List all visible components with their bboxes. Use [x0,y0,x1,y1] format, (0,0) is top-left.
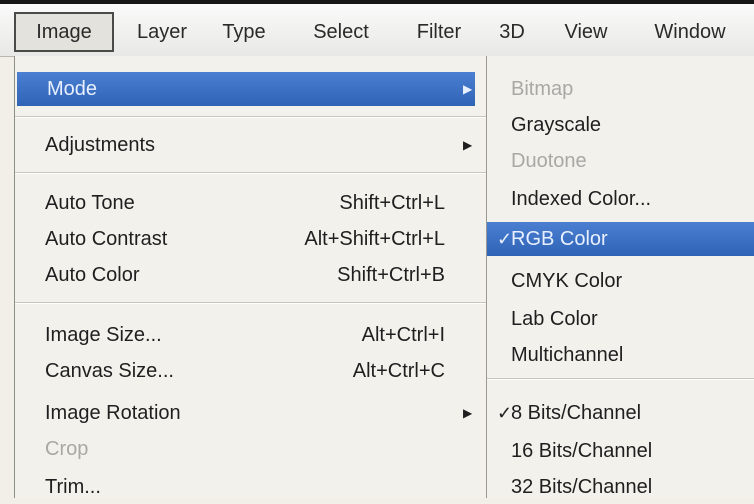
menu-image[interactable]: Image [14,12,114,52]
menu-item-label: Duotone [511,150,587,172]
menu-layer[interactable]: Layer [124,12,200,52]
menu-item-label: Multichannel [511,344,624,366]
submenu-item-16-bits[interactable]: 16 Bits/Channel [487,434,754,468]
menu-item-canvas-size[interactable]: Canvas Size... Alt+Ctrl+C [15,354,485,388]
menu-item-crop[interactable]: Crop [15,432,485,466]
menu-item-label: Image Rotation [45,402,181,424]
menu-item-label: Crop [45,438,89,460]
menu-item-label: Trim... [45,476,101,498]
menu-item-adjustments[interactable]: Adjustments ▶ [15,128,485,162]
submenu-item-grayscale[interactable]: Grayscale [487,108,754,142]
menu-item-label: Grayscale [511,114,602,136]
menu-item-auto-tone[interactable]: Auto Tone Shift+Ctrl+L [15,186,485,220]
submenu-item-bitmap[interactable]: Bitmap [487,72,754,106]
menu-item-trim[interactable]: Trim... [15,470,485,504]
menu-separator [15,116,487,118]
menu-item-label: Canvas Size... [45,360,174,382]
checkmark-icon: ✓ [497,403,513,423]
menu-item-label: Bitmap [511,78,574,100]
image-menu-dropdown: Mode ▶ Adjustments ▶ Auto Tone Shift+Ctr… [14,56,488,498]
menu-item-label: 16 Bits/Channel [511,440,653,462]
submenu-arrow-icon: ▶ [463,406,473,420]
menu-window[interactable]: Window [642,12,738,52]
submenu-arrow-icon: ▶ [463,82,473,96]
menu-item-label: Mode [47,78,98,100]
submenu-item-cmyk-color[interactable]: CMYK Color [487,264,754,298]
menu-filter[interactable]: Filter [404,12,474,52]
menu-item-shortcut: Shift+Ctrl+B [337,264,445,286]
menu-item-label: Auto Tone [45,192,135,214]
submenu-item-indexed-color[interactable]: Indexed Color... [487,182,754,216]
submenu-item-lab-color[interactable]: Lab Color [487,302,754,336]
menu-item-label: Auto Contrast [45,228,168,250]
menu-bar: Image Layer Type Select Filter 3D View W… [0,4,754,57]
menu-item-label: Indexed Color... [511,188,652,210]
menu-item-mode[interactable]: Mode ▶ [17,72,475,106]
menu-view[interactable]: View [556,12,616,52]
menu-item-image-rotation[interactable]: Image Rotation ▶ [15,396,485,430]
menu-type[interactable]: Type [212,12,276,52]
mode-submenu: Bitmap Grayscale Duotone Indexed Color..… [486,56,754,498]
submenu-arrow-icon: ▶ [463,138,473,152]
checkmark-icon: ✓ [497,229,513,249]
submenu-item-rgb-color[interactable]: ✓ RGB Color [487,222,754,256]
menu-item-auto-contrast[interactable]: Auto Contrast Alt+Shift+Ctrl+L [15,222,485,256]
submenu-item-32-bits[interactable]: 32 Bits/Channel [487,470,754,504]
menu-separator [15,302,487,304]
submenu-item-multichannel[interactable]: Multichannel [487,338,754,372]
menu-select[interactable]: Select [298,12,384,52]
menu-3d[interactable]: 3D [490,12,534,52]
menu-item-label: 32 Bits/Channel [511,476,653,498]
menu-item-shortcut: Alt+Shift+Ctrl+L [304,228,445,250]
menu-item-label: 8 Bits/Channel [511,402,642,424]
menu-separator [487,378,754,380]
menu-item-label: RGB Color [511,228,608,250]
menu-item-shortcut: Alt+Ctrl+I [361,324,445,346]
menu-item-image-size[interactable]: Image Size... Alt+Ctrl+I [15,318,485,352]
menu-item-label: Image Size... [45,324,162,346]
menu-item-shortcut: Shift+Ctrl+L [339,192,445,214]
menu-item-label: Lab Color [511,308,598,330]
menu-item-shortcut: Alt+Ctrl+C [352,360,445,382]
submenu-item-duotone[interactable]: Duotone [487,144,754,178]
menu-item-auto-color[interactable]: Auto Color Shift+Ctrl+B [15,258,485,292]
menu-item-label: Auto Color [45,264,140,286]
menu-item-label: CMYK Color [511,270,623,292]
menu-item-label: Adjustments [45,134,156,156]
submenu-item-8-bits[interactable]: ✓ 8 Bits/Channel [487,396,754,430]
menu-separator [15,172,487,174]
